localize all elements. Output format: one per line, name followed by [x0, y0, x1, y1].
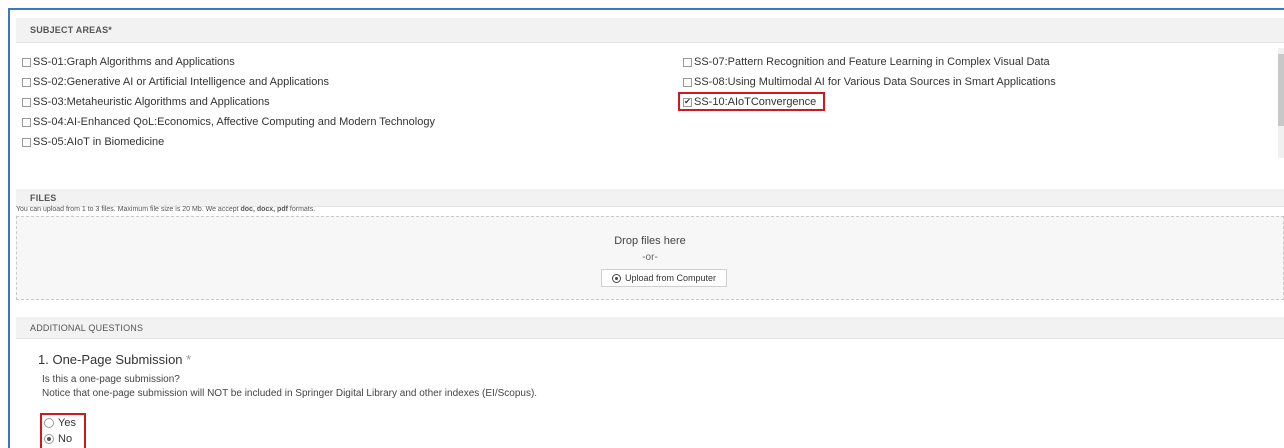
- checkbox[interactable]: [22, 97, 31, 107]
- upload-from-computer-button[interactable]: Upload from Computer: [601, 269, 727, 287]
- subject-label: SS-03:Metaheuristic Algorithms and Appli…: [33, 96, 270, 108]
- question-title-text: 1. One-Page Submission: [38, 352, 183, 367]
- file-dropzone[interactable]: Drop files here -or- Upload from Compute…: [16, 216, 1284, 300]
- radio-dot-icon: [611, 273, 621, 283]
- files-note-prefix: You can upload from 1 to 3 files. Maximu…: [16, 206, 241, 213]
- subject-item-ss01[interactable]: SS-01:Graph Algorithms and Applications: [22, 56, 235, 68]
- radio-highlight-box: [40, 413, 86, 448]
- subject-item-ss08[interactable]: SS-08:Using Multimodal AI for Various Da…: [683, 76, 1056, 88]
- files-note-formats: doc, docx, pdf: [240, 206, 288, 213]
- subject-label: SS-04:AI-Enhanced QoL:Economics, Affecti…: [33, 116, 435, 128]
- form-frame: SUBJECT AREAS* SS-01:Graph Algorithms an…: [8, 8, 1284, 448]
- subject-label: SS-02:Generative AI or Artificial Intell…: [33, 76, 329, 88]
- subject-areas-header: SUBJECT AREAS*: [16, 18, 1284, 43]
- subject-label: SS-07:Pattern Recognition and Feature Le…: [694, 56, 1050, 68]
- question-help-line-2: Notice that one-page submission will NOT…: [42, 388, 538, 399]
- checkbox[interactable]: [22, 77, 31, 87]
- additional-questions-header: ADDITIONAL QUESTIONS: [16, 317, 1284, 339]
- question-help-line-1: Is this a one-page submission?: [42, 374, 180, 385]
- files-upload-note: You can upload from 1 to 3 files. Maximu…: [16, 206, 315, 213]
- checkbox[interactable]: [22, 57, 31, 67]
- checkbox[interactable]: [683, 77, 692, 87]
- subject-item-ss04[interactable]: SS-04:AI-Enhanced QoL:Economics, Affecti…: [22, 116, 435, 128]
- checkbox[interactable]: [22, 117, 31, 127]
- files-title: FILES: [30, 193, 57, 203]
- files-header: FILES: [16, 189, 1284, 207]
- subject-item-ss07[interactable]: SS-07:Pattern Recognition and Feature Le…: [683, 56, 1050, 68]
- checkbox[interactable]: [22, 137, 31, 147]
- subject-areas-list: SS-01:Graph Algorithms and Applications …: [10, 48, 1282, 158]
- subject-item-ss02[interactable]: SS-02:Generative AI or Artificial Intell…: [22, 76, 329, 88]
- checkbox[interactable]: [683, 57, 692, 67]
- files-note-suffix: formats.: [287, 206, 316, 213]
- required-mark: *: [186, 352, 192, 367]
- question-title: 1. One-Page Submission *: [38, 352, 191, 367]
- subject-list-scroll-thumb[interactable]: [1278, 54, 1284, 126]
- drop-files-text: Drop files here: [614, 235, 686, 247]
- subject-areas-title: SUBJECT AREAS*: [30, 25, 112, 35]
- subject-label: SS-08:Using Multimodal AI for Various Da…: [694, 76, 1056, 88]
- or-text: -or-: [642, 252, 658, 263]
- subject-item-ss05[interactable]: SS-05:AIoT in Biomedicine: [22, 136, 164, 148]
- subject-label: SS-05:AIoT in Biomedicine: [33, 136, 165, 148]
- subject-label: SS-01:Graph Algorithms and Applications: [33, 56, 235, 68]
- selection-highlight-box: [678, 92, 825, 111]
- subject-item-ss03[interactable]: SS-03:Metaheuristic Algorithms and Appli…: [22, 96, 270, 108]
- upload-button-label: Upload from Computer: [624, 273, 717, 283]
- additional-questions-title: ADDITIONAL QUESTIONS: [30, 322, 144, 333]
